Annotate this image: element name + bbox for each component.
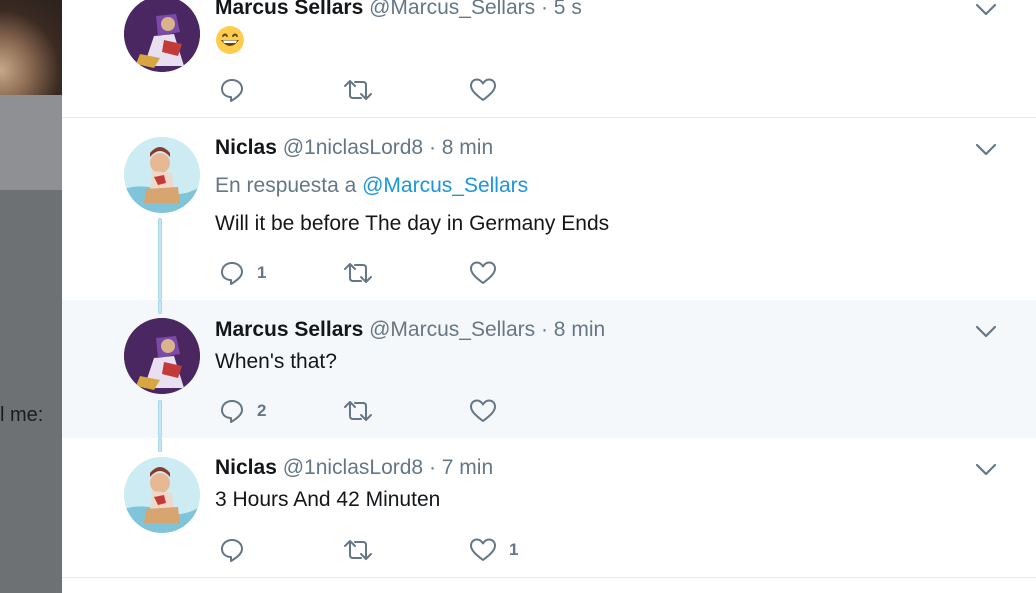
reply-button[interactable]: [219, 75, 257, 105]
tweet-text: 3 Hours And 42 Minuten: [215, 488, 441, 511]
chevron-down-icon[interactable]: [975, 325, 997, 339]
thread-connector: [158, 400, 162, 438]
timestamp[interactable]: · 8 min: [541, 318, 605, 341]
retweet-icon: [344, 540, 372, 560]
reply-button[interactable]: 2: [219, 396, 266, 426]
retweet-icon: [344, 263, 372, 283]
tweet-actions: 2: [215, 396, 615, 426]
like-icon: [470, 399, 496, 422]
retweet-button[interactable]: [343, 75, 373, 105]
reply-context: En respuesta a @Marcus_Sellars: [215, 174, 528, 198]
timestamp[interactable]: · 8 min: [429, 136, 493, 159]
like-icon: [470, 261, 496, 284]
tweet-text: Will it be before The day in Germany End…: [215, 212, 610, 235]
avatar[interactable]: [124, 137, 200, 213]
avatar[interactable]: [124, 0, 200, 72]
retweet-icon: [344, 401, 372, 421]
tweet-actions: [215, 75, 615, 105]
like-button[interactable]: [469, 396, 509, 426]
user-handle[interactable]: @Marcus_Sellars: [369, 0, 535, 19]
reply-count: 2: [257, 401, 267, 420]
retweet-button[interactable]: [343, 258, 373, 288]
like-icon: [470, 538, 496, 561]
tweet-divider: [62, 577, 1036, 578]
like-button[interactable]: [469, 258, 509, 288]
tweet-actions: 1: [215, 258, 615, 288]
tweet-header: Niclas @1niclasLord8 · 8 min: [215, 136, 493, 160]
chevron-down-icon[interactable]: [975, 143, 997, 157]
chevron-down-icon[interactable]: [975, 3, 997, 17]
reply-icon: [221, 262, 243, 285]
tweet-header: Niclas @1niclasLord8 · 7 min: [215, 456, 493, 480]
background-page: l me:: [0, 0, 62, 593]
reply-icon: [221, 79, 243, 102]
display-name[interactable]: Marcus Sellars: [215, 0, 363, 19]
tweet[interactable]: Marcus Sellars @Marcus_Sellars · 5 s: [62, 0, 1036, 117]
chevron-down-icon[interactable]: [975, 463, 997, 477]
tweet-actions: 1: [215, 535, 615, 565]
reply-icon: [221, 539, 243, 562]
avatar[interactable]: [124, 457, 200, 533]
tweet[interactable]: Niclas @1niclasLord8 · 7 min 3 Hours And…: [62, 438, 1036, 577]
conversation-modal: Marcus Sellars @Marcus_Sellars · 5 s Nic…: [62, 0, 1036, 593]
display-name[interactable]: Niclas: [215, 136, 277, 159]
reply-button[interactable]: [219, 535, 257, 565]
background-card: [0, 95, 62, 190]
like-button[interactable]: [469, 75, 509, 105]
like-button[interactable]: 1: [469, 535, 518, 565]
reply-button[interactable]: 1: [219, 258, 266, 288]
tweet-header: Marcus Sellars @Marcus_Sellars · 5 s: [215, 0, 582, 20]
mention-link[interactable]: @Marcus_Sellars: [362, 174, 528, 197]
tweet-header: Marcus Sellars @Marcus_Sellars · 8 min: [215, 318, 605, 342]
background-photo: [0, 0, 62, 95]
timestamp[interactable]: · 5 s: [541, 0, 582, 19]
retweet-button[interactable]: [343, 396, 373, 426]
reply-count: 1: [257, 263, 267, 282]
timestamp[interactable]: · 7 min: [429, 456, 493, 479]
grinning-face-emoji: [215, 25, 245, 55]
tweet[interactable]: Niclas @1niclasLord8 · 8 min En respuest…: [62, 118, 1036, 300]
tweet[interactable]: Marcus Sellars @Marcus_Sellars · 8 min W…: [62, 300, 1036, 438]
thread-connector: [158, 438, 162, 452]
user-handle[interactable]: @1niclasLord8: [283, 136, 423, 159]
display-name[interactable]: Marcus Sellars: [215, 318, 363, 341]
reply-icon: [221, 400, 243, 423]
user-handle[interactable]: @1niclasLord8: [283, 456, 423, 479]
avatar[interactable]: [124, 318, 200, 394]
display-name[interactable]: Niclas: [215, 456, 277, 479]
like-count: 1: [509, 540, 519, 559]
like-icon: [470, 78, 496, 101]
retweet-button[interactable]: [343, 535, 373, 565]
thread-connector: [158, 218, 162, 300]
retweet-icon: [344, 80, 372, 100]
background-text: l me:: [0, 404, 44, 426]
user-handle[interactable]: @Marcus_Sellars: [369, 318, 535, 341]
thread-connector: [158, 300, 162, 314]
reply-context-label: En respuesta a: [215, 174, 357, 197]
tweet-text: When's that?: [215, 350, 337, 373]
